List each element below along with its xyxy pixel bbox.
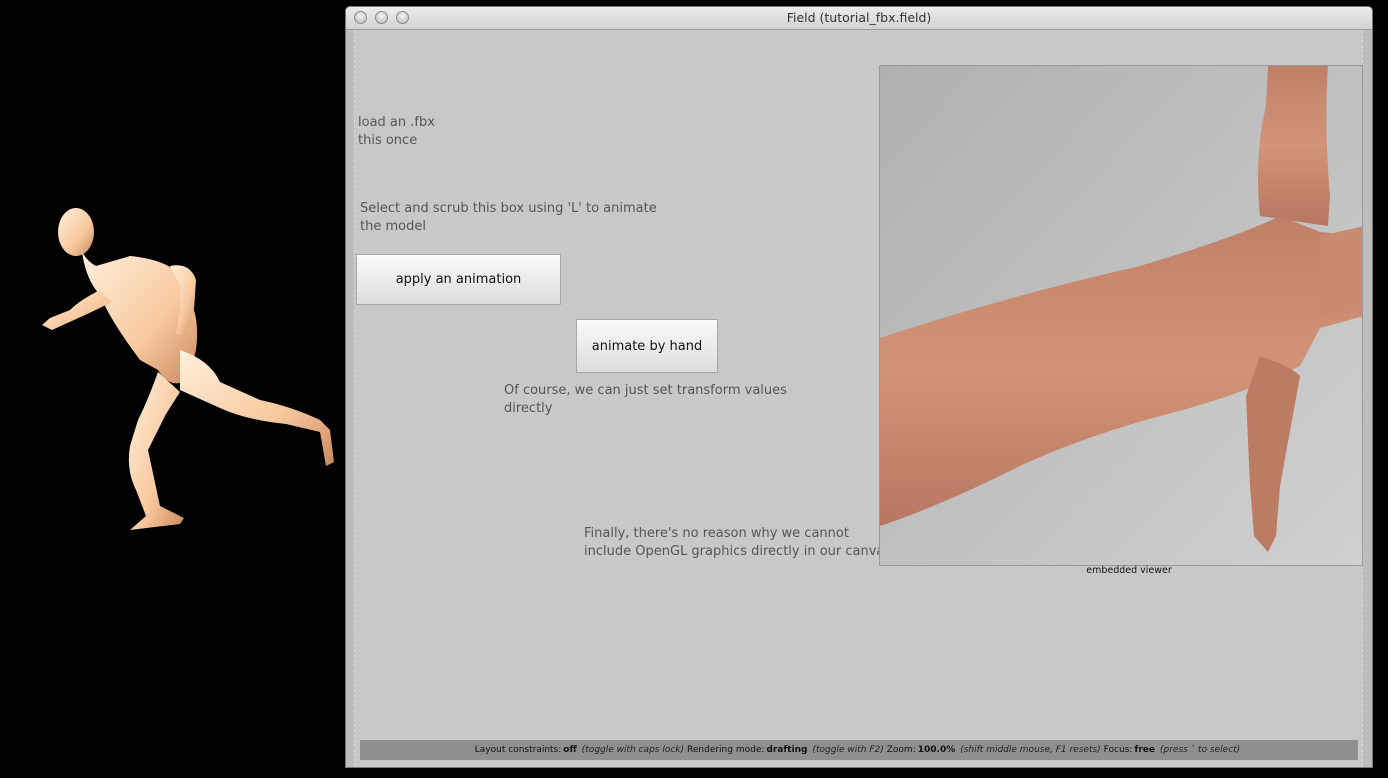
- transform-values-text-box[interactable]: Of course, we can just set transform val…: [504, 382, 787, 418]
- embedded-viewer[interactable]: [879, 65, 1363, 566]
- layout-constraints-value: off: [563, 745, 577, 755]
- opengl-text-box[interactable]: Finally, there's no reason why we cannot…: [584, 525, 891, 561]
- zoom-hint: (shift middle mouse, F1 resets): [960, 745, 1101, 755]
- rendering-mode-value: drafting: [766, 745, 808, 755]
- animate-by-hand-button[interactable]: animate by hand: [576, 319, 718, 373]
- running-figure-render: [42, 208, 334, 530]
- load-fbx-text-box[interactable]: load an .fbx this once: [358, 114, 435, 150]
- layout-constraints-label: Layout constraints:: [474, 745, 562, 755]
- focus-value: free: [1134, 745, 1155, 755]
- zoom-value: 100.0%: [917, 745, 956, 755]
- left-gutter: [346, 30, 355, 767]
- focus-hint: (press ` to select): [1159, 745, 1241, 755]
- viewer-label: embedded viewer: [1086, 565, 1172, 576]
- zoom-label: Zoom:: [886, 745, 916, 755]
- layout-constraints-hint: (toggle with caps lock): [581, 745, 685, 755]
- window-title: Field (tutorial_fbx.field): [786, 10, 932, 25]
- rendering-mode-hint: (toggle with F2): [812, 745, 884, 755]
- field-window: Field (tutorial_fbx.field) load an .fbx …: [346, 7, 1372, 767]
- right-gutter: [1362, 30, 1372, 767]
- rendering-mode-label: Rendering mode:: [687, 745, 765, 755]
- title-bar[interactable]: Field (tutorial_fbx.field): [346, 7, 1372, 30]
- focus-label: Focus:: [1103, 745, 1133, 755]
- status-bar: Layout constraints: off (toggle with cap…: [360, 740, 1358, 760]
- viewer-figure-render: [880, 66, 1362, 565]
- apply-animation-button[interactable]: apply an animation: [356, 254, 561, 305]
- scrub-animate-text-box[interactable]: Select and scrub this box using 'L' to a…: [360, 200, 657, 236]
